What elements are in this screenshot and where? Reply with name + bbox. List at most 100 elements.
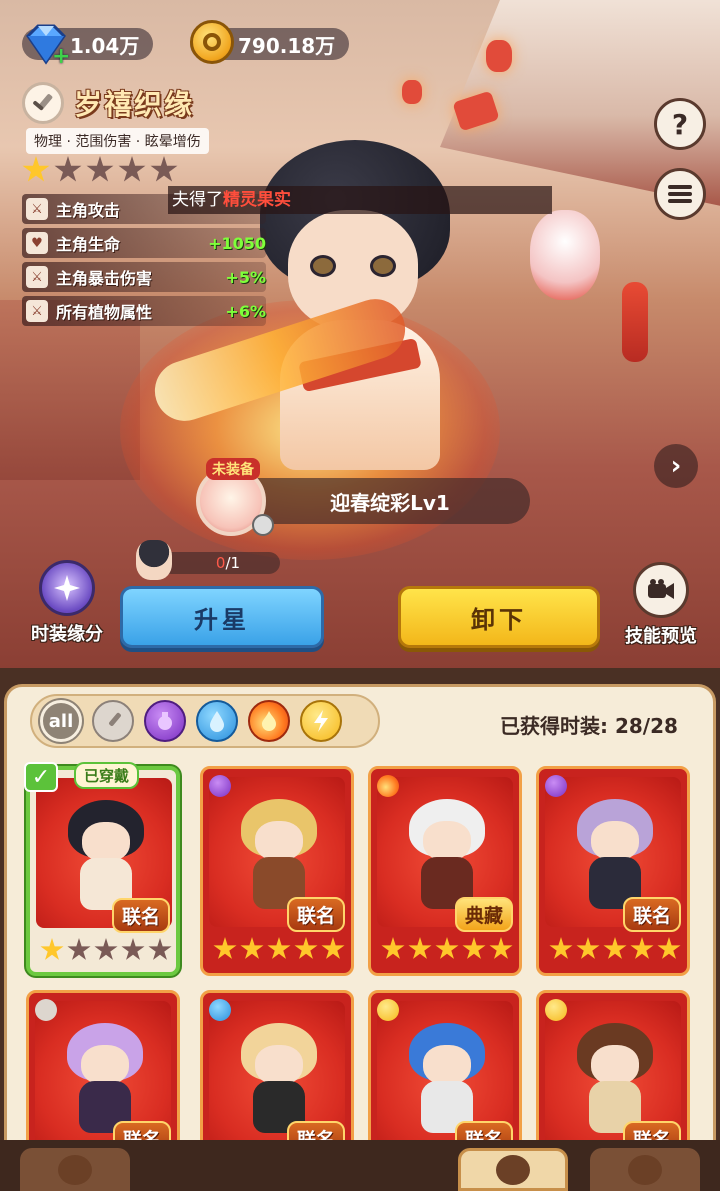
sword-icon [109, 712, 121, 726]
bottom-tab-weapon[interactable] [590, 1148, 700, 1191]
star-icon [267, 937, 291, 959]
arrow-icon [58, 1154, 92, 1185]
lightning-icon [314, 710, 328, 732]
skin-name-bar[interactable]: 迎春绽彩Lv1 [230, 478, 530, 524]
lion-dance-pet [530, 210, 600, 300]
star-icon [40, 938, 64, 960]
star-icon [240, 937, 264, 959]
costume-card[interactable]: 联名 [200, 766, 354, 976]
stat-value: +6% [225, 301, 266, 321]
star-icon [54, 156, 82, 182]
coin-currency[interactable]: 790.18万 [190, 20, 350, 64]
card-character [409, 799, 485, 909]
costume-star-rating [22, 156, 178, 184]
stat-row: ⚔ 所有植物属性 +6% [22, 296, 266, 326]
fragment-avatar [136, 540, 172, 580]
lantern-decoration [402, 80, 422, 104]
costume-card[interactable]: 联名 [26, 766, 180, 976]
skill-preview-button[interactable]: 技能预览 [616, 562, 706, 648]
bottom-tab-costume[interactable] [458, 1148, 568, 1191]
scroll-decoration [622, 282, 648, 362]
card-star-rating [381, 937, 513, 961]
star-icon [408, 937, 432, 959]
next-arrow-button[interactable]: › [654, 444, 698, 488]
card-star-rating [213, 937, 345, 961]
element-filter-bar: all [30, 694, 380, 748]
star-icon [118, 156, 146, 182]
stat-label: 所有植物属性 [56, 303, 153, 322]
toast-item: 精灵果实 [223, 190, 291, 210]
card-tag: 联名 [622, 897, 681, 932]
sparkle-icon [39, 560, 95, 616]
coin-icon [190, 20, 234, 64]
plant-sword-icon: ⚔ [26, 300, 48, 322]
star-icon [86, 156, 114, 182]
menu-button[interactable] [654, 168, 706, 220]
stat-label: 主角生命 [56, 235, 121, 254]
video-camera-icon [633, 562, 689, 618]
star-icon [22, 156, 50, 182]
potion-icon [545, 775, 567, 797]
filter-all-button[interactable]: all [40, 700, 82, 742]
card-character [68, 800, 144, 910]
skin-name: 迎春绽彩Lv1 [330, 490, 450, 515]
fragment-total: /1 [225, 554, 241, 572]
star-icon [67, 938, 91, 960]
potion-icon [158, 712, 172, 730]
lightning-icon [377, 999, 399, 1021]
costume-icon [496, 1154, 530, 1185]
star-icon [630, 937, 654, 959]
water-drop-icon [209, 999, 231, 1021]
card-tag: 联名 [286, 897, 345, 932]
stat-label: 主角暴击伤害 [56, 269, 153, 288]
costume-title: 岁禧织缘 [74, 88, 195, 121]
star-icon [489, 937, 513, 959]
star-icon [657, 937, 681, 959]
card-star-rating [549, 937, 681, 961]
gem-currency[interactable]: + 1.04万 [22, 24, 154, 69]
potion-icon [209, 775, 231, 797]
filter-water-button[interactable] [196, 700, 238, 742]
unequipped-tag: 未装备 [206, 458, 260, 480]
filter-potion-button[interactable] [144, 700, 186, 742]
star-icon [576, 937, 600, 959]
fate-button[interactable]: 时装缘分 [22, 560, 112, 646]
star-icon [94, 938, 118, 960]
costume-title-row: 岁禧织缘 [22, 82, 194, 124]
help-button[interactable]: ? [654, 98, 706, 150]
star-icon [381, 937, 405, 959]
fragment-progress: 0/1 [160, 552, 280, 574]
collection-count: 已获得时装: 28/28 [500, 714, 678, 738]
filter-fire-button[interactable] [248, 700, 290, 742]
reward-toast: 夫得了精灵果实 [168, 186, 552, 214]
card-character [577, 1023, 653, 1133]
star-icon [148, 938, 172, 960]
filter-lightning-button[interactable] [300, 700, 342, 742]
card-character [241, 1023, 317, 1133]
stat-row: ♥ 主角生命 +1050 [22, 228, 266, 258]
fate-label: 时装缘分 [31, 624, 103, 645]
unload-button[interactable]: 卸下 [398, 586, 600, 648]
bottom-tab-left[interactable] [20, 1148, 130, 1191]
water-drop-icon [210, 711, 224, 732]
card-character [577, 799, 653, 909]
card-tag: 典藏 [454, 897, 513, 932]
chevron-right-icon: › [670, 451, 682, 481]
sword-icon [22, 82, 64, 124]
stat-list: ⚔ 主角攻击 ♥ 主角生命 +1050 ⚔ 主角暴击伤害 +5% ⚔ 所有植物属… [22, 194, 266, 330]
upgrade-star-button[interactable]: 升星 [120, 586, 324, 648]
checkmark-icon: ✓ [24, 762, 58, 792]
fire-icon [262, 711, 276, 731]
equipped-flag: ✓ 已穿戴 [20, 762, 150, 792]
filter-sword-button[interactable] [92, 700, 134, 742]
lightning-icon [545, 999, 567, 1021]
lantern-decoration [486, 40, 512, 72]
preview-label: 技能预览 [625, 626, 697, 647]
costume-card[interactable]: 典藏 [368, 766, 522, 976]
plus-icon[interactable]: + [52, 44, 70, 69]
question-icon: ? [671, 107, 689, 141]
star-icon [321, 937, 345, 959]
card-character [241, 799, 317, 909]
costume-tags: 物理 · 范围伤害 · 眩晕增伤 [26, 128, 209, 154]
costume-card[interactable]: 联名 [536, 766, 690, 976]
